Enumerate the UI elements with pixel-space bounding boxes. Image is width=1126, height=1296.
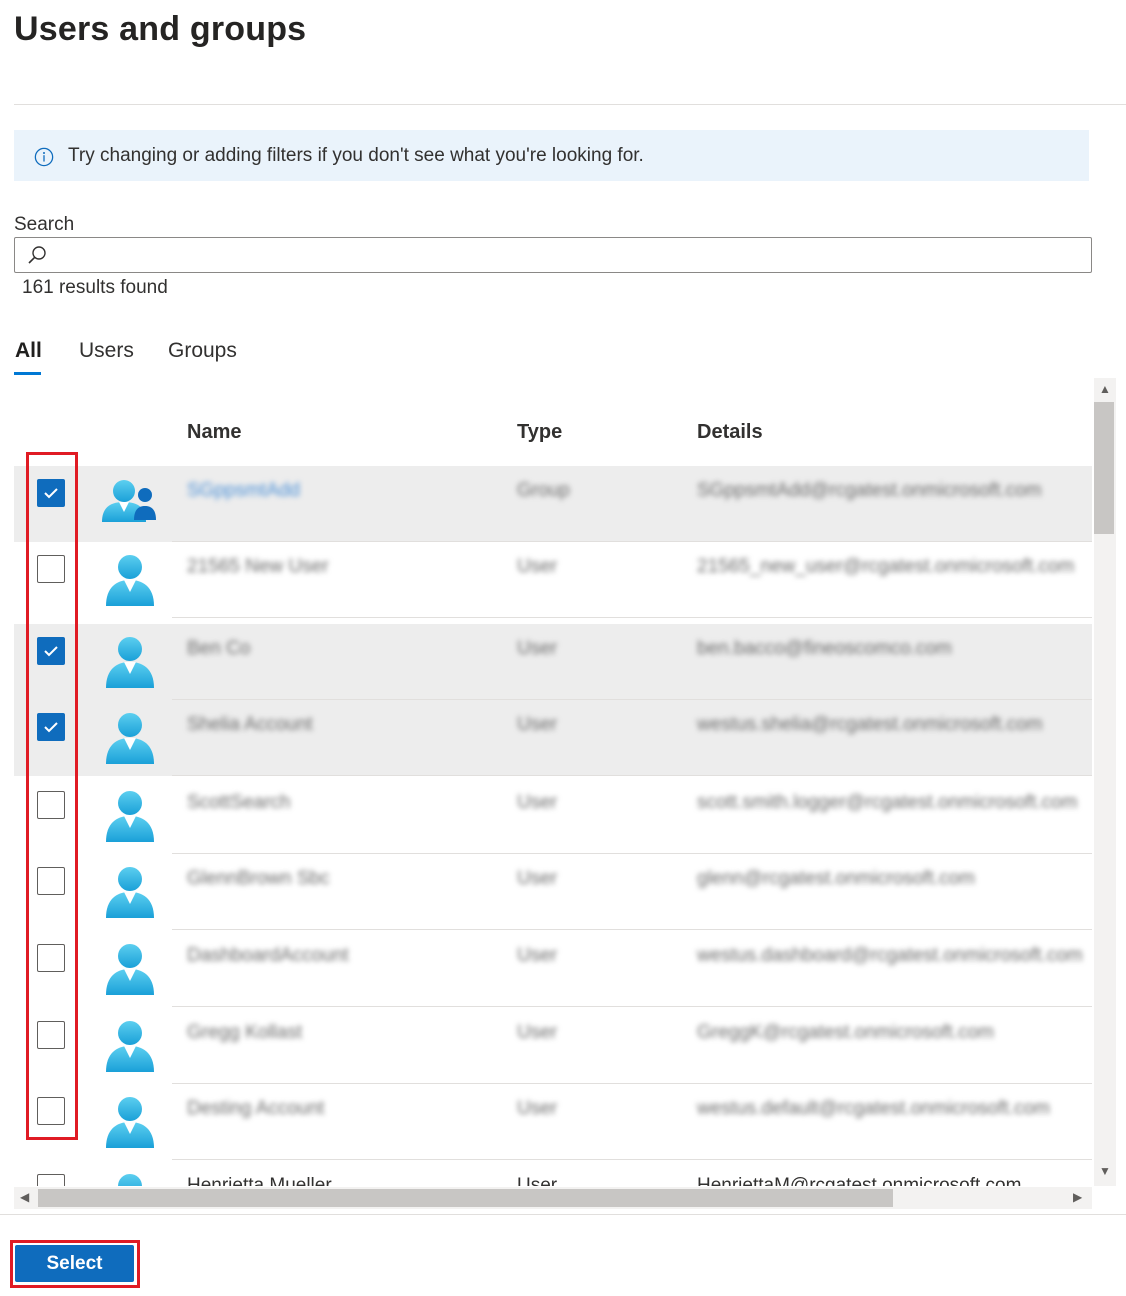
checkbox-column-highlight (26, 452, 78, 1140)
row-details: westus.default@rcgatest.onmicrosoft.com (697, 1098, 1050, 1119)
row-name: 21565 New User (187, 556, 329, 577)
row-type: User (517, 714, 558, 735)
vertical-scrollbar[interactable]: ▲ ▼ (1094, 378, 1116, 1186)
search-icon (27, 245, 47, 265)
row-details: ben.bacco@fineoscomco.com (697, 638, 952, 659)
results-grid: Name Type Details SGppsmtAdd Group SGppsmt… (14, 378, 1092, 1186)
search-input[interactable] (57, 240, 1081, 270)
horizontal-scroll-thumb[interactable] (38, 1189, 893, 1207)
info-bar: Try changing or adding filters if you do… (14, 130, 1089, 181)
row-type: Group (517, 480, 570, 501)
row-type: User (517, 1098, 558, 1119)
table-row[interactable]: Shelia Account User westus.shelia@rcgatest… (14, 700, 1092, 776)
row-divider (172, 1159, 1092, 1160)
tab-all[interactable]: All (15, 339, 42, 363)
user-avatar-icon (102, 941, 158, 997)
footer-divider (0, 1214, 1126, 1215)
row-checkbox[interactable] (37, 1174, 65, 1186)
row-divider (172, 929, 1092, 930)
scroll-left-icon[interactable]: ◀ (20, 1190, 29, 1204)
search-label: Search (14, 214, 75, 235)
row-details: SGppsmtAdd@rcgatest.onmicrosoft.com (697, 480, 1042, 501)
user-avatar-icon (102, 864, 158, 920)
vertical-scroll-thumb[interactable] (1094, 402, 1114, 534)
select-button-highlight (10, 1240, 140, 1288)
user-avatar-icon (102, 1018, 158, 1074)
page-title: Users and groups (14, 10, 307, 48)
group-avatar-icon (102, 476, 158, 532)
table-row[interactable]: GlennBrown Sbc User glenn@rcgatest.onmicro… (14, 854, 1092, 930)
table-row[interactable]: SGppsmtAdd Group SGppsmtAdd@rcgatest.onmic… (14, 466, 1092, 542)
scroll-up-icon[interactable]: ▲ (1099, 382, 1111, 396)
table-row[interactable]: Ben Co User ben.bacco@fineoscomco.com (14, 624, 1092, 700)
row-divider (172, 617, 1092, 618)
tab-users[interactable]: Users (79, 339, 134, 363)
table-row[interactable]: 21565 New User User 21565_new_user@rcgates… (14, 542, 1092, 618)
row-name: SGppsmtAdd (187, 480, 300, 501)
tab-active-indicator (14, 372, 41, 375)
row-details: 21565_new_user@rcgatest.onmicrosoft.com (697, 556, 1075, 577)
info-text: Try changing or adding filters if you do… (68, 144, 644, 166)
table-row[interactable]: DashboardAccount User westus.dashboard@rcg… (14, 931, 1092, 1007)
row-divider (172, 1006, 1092, 1007)
row-name: ScottSearch (187, 792, 291, 813)
row-name: GlennBrown Sbc (187, 868, 330, 889)
row-type: User (517, 945, 558, 966)
scroll-down-icon[interactable]: ▼ (1099, 1164, 1111, 1178)
scroll-right-icon[interactable]: ▶ (1073, 1190, 1082, 1204)
row-type: User (517, 1175, 558, 1186)
row-name: Henrietta Mueller (187, 1175, 332, 1186)
search-box[interactable] (14, 237, 1092, 273)
table-row[interactable]: ScottSearch User scott.smith.logger@rcgate… (14, 778, 1092, 854)
row-details: HenriettaM@rcgatest.onmicrosoft.com (697, 1175, 1022, 1186)
row-divider (172, 775, 1092, 776)
info-icon (34, 146, 54, 166)
results-count: 161 results found (22, 277, 168, 298)
row-name: Shelia Account (187, 714, 313, 735)
row-type: User (517, 638, 558, 659)
row-type: User (517, 868, 558, 889)
row-details: glenn@rcgatest.onmicrosoft.com (697, 868, 976, 889)
row-name: Gregg Kollast (187, 1022, 303, 1043)
divider (14, 104, 1126, 105)
column-header-details[interactable]: Details (697, 421, 763, 444)
user-avatar-icon (102, 788, 158, 844)
row-type: User (517, 556, 558, 577)
row-details: westus.dashboard@rcgatest.onmicrosoft.co… (697, 945, 1083, 966)
table-row[interactable]: Henrietta Mueller User HenriettaM@rcgatest… (14, 1161, 1092, 1186)
user-avatar-icon (102, 634, 158, 690)
row-details: GreggK@rcgatest.onmicrosoft.com (697, 1022, 995, 1043)
horizontal-scrollbar[interactable]: ◀ ▶ (14, 1187, 1092, 1209)
row-details: westus.shelia@rcgatest.onmicrosoft.com (697, 714, 1043, 735)
row-type: User (517, 792, 558, 813)
row-name: DashboardAccount (187, 945, 349, 966)
row-type: User (517, 1022, 558, 1043)
column-header-type[interactable]: Type (517, 421, 562, 444)
tab-groups[interactable]: Groups (168, 339, 237, 363)
user-avatar-icon (102, 1094, 158, 1150)
user-avatar-icon (102, 552, 158, 608)
row-name: Ben Co (187, 638, 251, 659)
table-row[interactable]: Gregg Kollast User GreggK@rcgatest.onmicro… (14, 1008, 1092, 1084)
user-avatar-icon (102, 710, 158, 766)
row-name: Desting Account (187, 1098, 325, 1119)
column-header-name[interactable]: Name (187, 421, 241, 444)
table-row[interactable]: Desting Account User westus.default@rcgate… (14, 1084, 1092, 1160)
row-details: scott.smith.logger@rcgatest.onmicrosoft.… (697, 792, 1078, 813)
user-avatar-icon (102, 1171, 158, 1186)
